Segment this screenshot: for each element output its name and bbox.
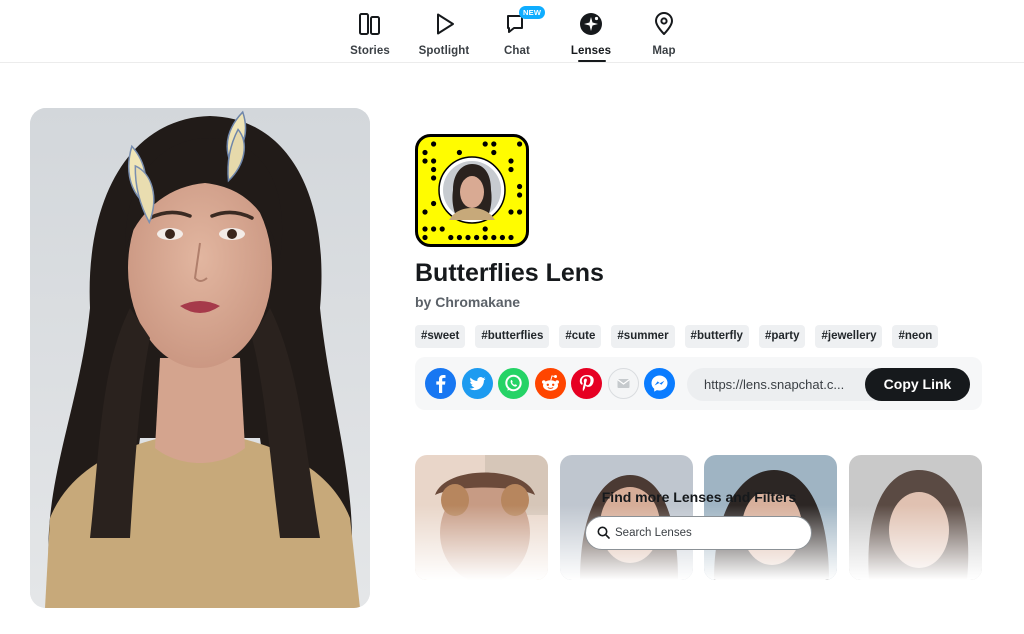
- snapcode-dot: [456, 234, 462, 241]
- snapcode-dot: [499, 234, 505, 241]
- snapcode-dot: [422, 226, 428, 232]
- snapcode-dot: [491, 149, 497, 156]
- tag-chip[interactable]: #cute: [559, 325, 602, 348]
- email-icon[interactable]: [607, 368, 639, 399]
- copy-link-button[interactable]: Copy Link: [865, 368, 970, 401]
- find-more-title: Find more Lenses and Filters: [601, 489, 797, 505]
- snapcode-dot: [422, 149, 428, 156]
- search-lenses-input[interactable]: Search Lenses: [585, 516, 812, 550]
- lens-title: Butterflies Lens: [415, 259, 604, 287]
- lens-preview-image: [30, 108, 370, 608]
- snapcode-dot: [439, 226, 445, 232]
- facebook-icon[interactable]: [425, 368, 456, 399]
- tag-chip[interactable]: #jewellery: [815, 325, 883, 348]
- snapcode-dot: [422, 158, 428, 164]
- snapcode-dot: [482, 141, 488, 147]
- snapcode-dot: [482, 234, 488, 241]
- pinterest-icon[interactable]: [571, 368, 602, 399]
- new-badge: NEW: [519, 6, 546, 19]
- share-link-text[interactable]: https://lens.snapchat.c...: [704, 377, 862, 392]
- snapcode-dot: [517, 183, 523, 190]
- top-navigation: Stories Spotlight NEW Chat Lenses Map: [0, 0, 1024, 63]
- nav-item-spotlight[interactable]: Spotlight: [407, 8, 481, 60]
- snapcode-dot: [517, 192, 523, 198]
- author-prefix: by: [415, 294, 432, 310]
- nav-item-map[interactable]: Map: [627, 8, 701, 60]
- snapcode-dot: [517, 209, 523, 215]
- snapcode-dot: [491, 234, 497, 241]
- find-more-section: Find more Lenses and Filters Search Lens…: [415, 455, 982, 580]
- active-tab-indicator: [578, 60, 606, 62]
- snapcode[interactable]: [415, 134, 529, 247]
- nav-item-lenses[interactable]: Lenses: [554, 8, 628, 62]
- nav-label-stories: Stories: [350, 45, 390, 57]
- lenses-icon: [580, 13, 602, 35]
- snapcode-dot: [474, 234, 480, 241]
- search-placeholder: Search Lenses: [615, 527, 692, 539]
- tag-list: #sweet #butterflies #cute #summer #butte…: [415, 325, 939, 349]
- tag-chip[interactable]: #butterflies: [475, 325, 550, 348]
- stories-icon: [359, 13, 380, 35]
- snapcode-dot: [508, 166, 514, 173]
- whatsapp-icon[interactable]: [498, 368, 529, 399]
- twitter-icon[interactable]: [461, 368, 493, 399]
- snapcode-dot: [422, 209, 428, 215]
- snapcode-dot: [431, 141, 437, 147]
- share-link-box: https://lens.snapchat.c... Copy Link: [687, 368, 970, 401]
- author-name[interactable]: Chromakane: [435, 294, 520, 310]
- snapcode-dot: [508, 158, 514, 164]
- snapcode-dot: [508, 234, 514, 241]
- search-icon: [597, 526, 610, 539]
- nav-label-spotlight: Spotlight: [418, 45, 470, 57]
- share-bar: https://lens.snapchat.c... Copy Link: [415, 357, 982, 410]
- tag-chip[interactable]: #sweet: [415, 325, 466, 348]
- tag-chip[interactable]: #party: [758, 325, 806, 348]
- find-more-overlay: Find more Lenses and Filters Search Lens…: [415, 455, 982, 580]
- snapcode-dot: [491, 141, 497, 147]
- play-icon: [437, 13, 454, 35]
- snapcode-dot: [517, 141, 523, 147]
- lens-author: by Chromakane: [415, 294, 520, 310]
- tag-chip[interactable]: #neon: [892, 325, 939, 348]
- nav-label-map: Map: [652, 45, 676, 57]
- snapcode-dot: [431, 166, 437, 173]
- snapcode-dot: [431, 175, 437, 181]
- snapcode-dot: [422, 234, 428, 241]
- snapcode-dot: [465, 234, 471, 241]
- snapcode-dot: [448, 234, 454, 241]
- snapcode-dot: [482, 226, 488, 232]
- tag-chip[interactable]: #summer: [611, 325, 675, 348]
- reddit-icon[interactable]: [534, 368, 566, 399]
- map-pin-icon: [655, 12, 673, 35]
- snapcode-dot: [431, 158, 437, 164]
- messenger-icon[interactable]: [644, 368, 675, 399]
- snapcode-dot: [456, 149, 462, 156]
- tag-chip[interactable]: #butterfly: [684, 325, 749, 348]
- snapcode-dot: [508, 209, 514, 215]
- snapcode-dot: [431, 226, 437, 232]
- nav-label-lenses: Lenses: [570, 45, 612, 57]
- nav-item-stories[interactable]: Stories: [333, 8, 407, 60]
- nav-label-chat: Chat: [504, 45, 530, 57]
- snapcode-dot: [431, 200, 437, 207]
- nav-item-chat[interactable]: NEW Chat: [480, 6, 554, 60]
